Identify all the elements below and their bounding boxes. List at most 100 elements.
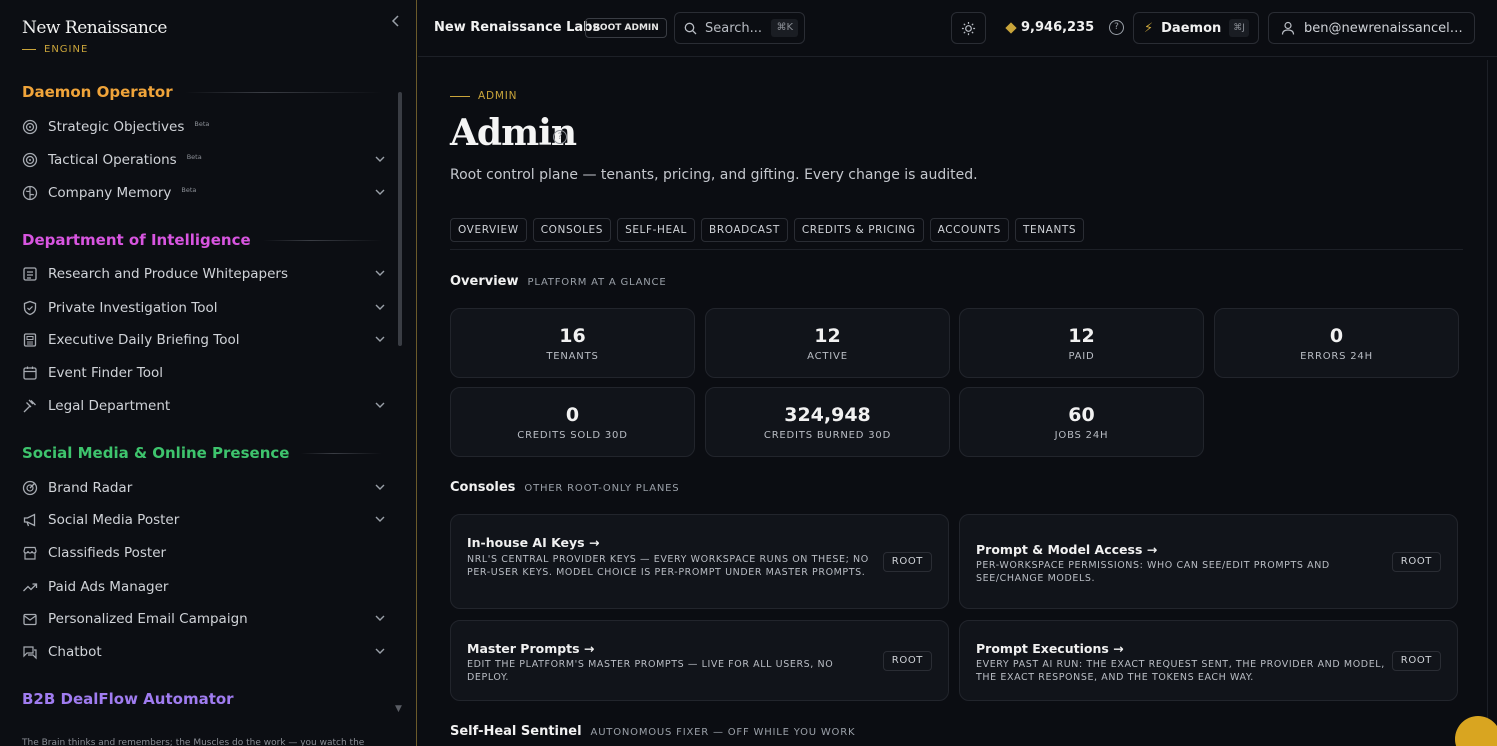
brand-sub-label: ENGINE xyxy=(44,44,89,55)
stat-card-credits-burned: 324,948 CREDITS BURNED 30D xyxy=(705,387,950,457)
daemon-shortcut: ⌘J xyxy=(1229,19,1249,37)
stat-value: 0 xyxy=(565,404,580,426)
search-shortcut: ⌘K xyxy=(771,19,798,37)
section-title-label: Department of Intelligence xyxy=(22,231,251,249)
gavel-icon xyxy=(22,398,38,414)
tab-consoles[interactable]: CONSOLES xyxy=(532,218,612,242)
sidebar-item-chatbot[interactable]: Chatbot xyxy=(22,639,386,665)
section-divider xyxy=(301,452,382,454)
sidebar-item-paid-ads-manager[interactable]: Paid Ads Manager xyxy=(22,574,386,600)
stat-value: 16 xyxy=(559,325,586,347)
tab-overview[interactable]: OVERVIEW xyxy=(450,218,527,242)
sidebar-item-strategic-objectives[interactable]: Strategic Objectives Beta xyxy=(22,114,386,140)
stat-label: TENANTS xyxy=(546,351,599,362)
sidebar-item-legal-department[interactable]: Legal Department xyxy=(22,393,386,419)
sidebar-item-brand-radar[interactable]: Brand Radar xyxy=(22,475,386,501)
self-heal-header: Self-Heal Sentinel AUTONOMOUS FIXER — OF… xyxy=(450,724,855,739)
tab-broadcast[interactable]: BROADCAST xyxy=(701,218,788,242)
section-subheading: PLATFORM AT A GLANCE xyxy=(527,277,667,288)
top-bar: New Renaissance Labs ROOT ADMIN Search..… xyxy=(418,0,1497,57)
user-menu-button[interactable]: ben@newrenaissancelabs.com xyxy=(1268,12,1475,44)
chevron-down-icon[interactable] xyxy=(374,153,386,165)
sidebar-item-event-finder[interactable]: Event Finder Tool xyxy=(22,360,386,386)
section-title-label: Daemon Operator xyxy=(22,83,173,101)
search-icon xyxy=(684,22,697,34)
shield-icon xyxy=(22,300,38,316)
radar-icon xyxy=(22,480,38,496)
stat-card-active: 12 ACTIVE xyxy=(705,308,950,378)
chevron-down-icon[interactable] xyxy=(374,333,386,345)
section-title-label: Social Media & Online Presence xyxy=(22,444,290,462)
eyebrow-divider xyxy=(450,95,470,97)
chevron-down-icon[interactable] xyxy=(374,267,386,279)
brand-logo[interactable]: New Renaissance ENGINE xyxy=(22,18,167,55)
search-input[interactable]: Search... ⌘K xyxy=(674,12,805,44)
chevron-down-icon[interactable] xyxy=(374,481,386,493)
collapse-sidebar-button[interactable] xyxy=(388,14,404,32)
root-badge: ROOT xyxy=(1391,552,1441,572)
card-title: Prompt & Model Access → xyxy=(976,542,1158,557)
beta-badge: Beta xyxy=(194,120,210,128)
brain-icon xyxy=(22,185,38,201)
chevron-down-icon[interactable] xyxy=(374,301,386,313)
user-icon xyxy=(1281,21,1295,35)
sidebar-item-tactical-operations[interactable]: Tactical Operations Beta xyxy=(22,147,386,173)
chevron-down-icon[interactable] xyxy=(374,399,386,411)
stat-card-credits-sold: 0 CREDITS SOLD 30D xyxy=(450,387,695,457)
console-card-master-prompts[interactable]: Master Prompts → EDIT THE PLATFORM'S MAS… xyxy=(450,620,949,701)
help-icon[interactable]: ? xyxy=(553,130,567,144)
sidebar-item-label: Private Investigation Tool xyxy=(48,300,218,316)
sidebar-item-label: Research and Produce Whitepapers xyxy=(48,266,289,282)
tab-credits-pricing[interactable]: CREDITS & PRICING xyxy=(793,218,924,242)
user-email: ben@newrenaissancelabs.com xyxy=(1304,20,1464,36)
stat-card-paid: 12 PAID xyxy=(959,308,1204,378)
page-eyebrow: ADMIN xyxy=(450,90,517,102)
stat-value: 12 xyxy=(814,325,841,347)
sidebar-item-social-media-poster[interactable]: Social Media Poster xyxy=(22,507,386,533)
tab-accounts[interactable]: ACCOUNTS xyxy=(929,218,1009,242)
target-icon xyxy=(22,152,38,168)
sidebar-item-private-investigation[interactable]: Private Investigation Tool xyxy=(22,295,386,321)
sidebar-item-executive-briefing[interactable]: Executive Daily Briefing Tool xyxy=(22,327,386,353)
root-badge: ROOT xyxy=(882,651,932,671)
bolt-icon: ⚡ xyxy=(1144,20,1154,36)
help-icon[interactable]: ? xyxy=(1109,20,1124,35)
sidebar-footer-text: The Brain thinks and remembers; the Musc… xyxy=(22,738,365,746)
theme-toggle-button[interactable] xyxy=(951,12,986,44)
stat-card-tenants: 16 TENANTS xyxy=(450,308,695,378)
tab-self-heal[interactable]: SELF-HEAL xyxy=(617,218,696,242)
sidebar-item-email-campaign[interactable]: Personalized Email Campaign xyxy=(22,606,386,632)
sidebar-item-research-whitepapers[interactable]: Research and Produce Whitepapers xyxy=(22,261,386,287)
sidebar-item-label: Brand Radar xyxy=(48,480,133,496)
chevron-down-icon[interactable] xyxy=(374,612,386,624)
section-subheading: OTHER ROOT-ONLY PLANES xyxy=(524,483,680,494)
sidebar-item-classifieds-poster[interactable]: Classifieds Poster xyxy=(22,540,386,566)
section-daemon-operator: Daemon Operator xyxy=(22,83,382,101)
brand-subtitle: ENGINE xyxy=(22,44,167,55)
sidebar-item-company-memory[interactable]: Company Memory Beta xyxy=(22,180,386,206)
sidebar-scrollbar[interactable] xyxy=(398,92,402,346)
tab-tenants[interactable]: TENANTS xyxy=(1014,218,1085,242)
section-divider xyxy=(184,91,382,93)
console-card-prompt-executions[interactable]: Prompt Executions → EVERY PAST AI RUN: T… xyxy=(959,620,1458,701)
sidebar-item-label: Company Memory xyxy=(48,185,172,201)
beta-badge: Beta xyxy=(181,186,197,194)
stat-label: CREDITS BURNED 30D xyxy=(763,430,892,441)
daemon-button[interactable]: ⚡ Daemon ⌘J xyxy=(1133,12,1259,44)
console-card-prompt-access[interactable]: Prompt & Model Access → PER-WORKSPACE PE… xyxy=(959,514,1458,609)
page-subtitle: Root control plane — tenants, pricing, a… xyxy=(450,167,978,183)
search-placeholder: Search... xyxy=(705,20,763,36)
credits-balance[interactable]: 9,946,235 xyxy=(1005,20,1094,35)
chevron-down-icon[interactable] xyxy=(374,513,386,525)
card-description: EVERY PAST AI RUN: THE EXACT REQUEST SEN… xyxy=(976,659,1385,683)
console-card-ai-keys[interactable]: In-house AI Keys → NRL'S CENTRAL PROVIDE… xyxy=(450,514,949,609)
sidebar-item-label: Legal Department xyxy=(48,398,171,414)
org-name[interactable]: New Renaissance Labs xyxy=(434,20,600,35)
scroll-down-icon[interactable]: ▼ xyxy=(395,704,402,714)
chevron-down-icon[interactable] xyxy=(374,645,386,657)
section-title-label: B2B DealFlow Automator xyxy=(22,690,234,708)
sidebar: New Renaissance ENGINE ▼ Daemon Operator… xyxy=(0,0,417,746)
section-heading: Self-Heal Sentinel xyxy=(450,724,582,739)
section-divider xyxy=(262,239,382,241)
chevron-down-icon[interactable] xyxy=(374,186,386,198)
